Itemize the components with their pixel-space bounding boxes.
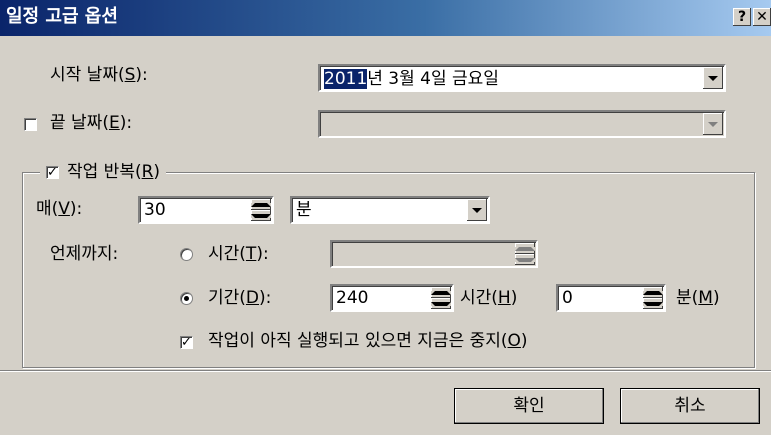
cancel-button[interactable]: 취소: [620, 388, 760, 424]
window-title: 일정 고급 옵션: [6, 6, 118, 27]
duration-hours-value: 240: [336, 288, 369, 308]
time-label: 시간(T):: [208, 244, 269, 264]
minutes-label: 분(M): [676, 288, 720, 308]
hours-increment-button[interactable]: [431, 287, 451, 298]
ok-button[interactable]: 확인: [454, 388, 604, 424]
until-label: 언제까지:: [50, 244, 119, 264]
spin-down-icon: [251, 213, 271, 218]
spin-down-icon: [515, 257, 535, 262]
radio-dot-icon: [184, 296, 189, 301]
time-decrement-button[interactable]: [515, 254, 535, 265]
check-icon: ✓: [181, 335, 192, 350]
repeat-unit-select[interactable]: 분: [290, 196, 490, 224]
every-increment-button[interactable]: [251, 199, 271, 210]
start-date-label: 시작 날짜(S):: [50, 65, 148, 85]
spin-up-icon: [251, 202, 271, 207]
chevron-down-icon: [708, 75, 718, 81]
start-date-year-selected: 2011: [324, 69, 368, 89]
stop-if-running-label: 작업이 아직 실행되고 있으면 지금은 중지(O): [208, 331, 528, 351]
check-icon: ✓: [47, 164, 58, 180]
every-value: 30: [144, 200, 166, 220]
minutes-decrement-button[interactable]: [643, 298, 663, 309]
help-button[interactable]: ?: [733, 8, 751, 26]
start-date-dropdown-button[interactable]: [703, 67, 723, 89]
start-date-rest: 년 3월 4일 금요일: [367, 69, 499, 89]
repeat-task-label: 작업 반복(R): [67, 162, 161, 182]
spin-up-icon: [431, 290, 451, 295]
close-button[interactable]: ✕: [753, 8, 771, 26]
repeat-unit-dropdown-button[interactable]: [467, 199, 487, 221]
time-increment-button[interactable]: [515, 243, 535, 254]
every-decrement-button[interactable]: [251, 210, 271, 221]
every-label: 매(V):: [36, 199, 83, 219]
duration-minutes-value: 0: [562, 288, 573, 308]
duration-radio[interactable]: [180, 292, 193, 305]
end-date-picker[interactable]: [318, 110, 726, 138]
duration-hours-stepper[interactable]: 240: [330, 284, 454, 312]
footer-separator: [0, 370, 771, 372]
repeat-task-checkbox[interactable]: ✓: [46, 164, 59, 180]
title-bar: 일정 고급 옵션: [0, 0, 771, 36]
close-icon: ✕: [756, 9, 768, 25]
start-date-picker[interactable]: 2011년 3월 4일 금요일: [318, 64, 726, 92]
hours-decrement-button[interactable]: [431, 298, 451, 309]
time-radio[interactable]: [180, 248, 193, 261]
spin-up-icon: [643, 290, 663, 295]
minutes-increment-button[interactable]: [643, 287, 663, 298]
duration-minutes-stepper[interactable]: 0: [556, 284, 666, 312]
end-date-dropdown-button[interactable]: [703, 113, 723, 135]
repeat-task-header: ✓ 작업 반복(R): [40, 161, 167, 183]
duration-label: 기간(D):: [208, 288, 272, 308]
end-date-label: 끝 날짜(E):: [50, 113, 133, 133]
help-icon: ?: [737, 9, 747, 25]
chevron-down-icon: [472, 207, 482, 213]
cancel-button-label: 취소: [674, 396, 706, 416]
ok-button-label: 확인: [513, 396, 545, 416]
stop-if-running-checkbox[interactable]: ✓: [180, 336, 193, 349]
repeat-unit-value: 분: [296, 200, 312, 220]
end-date-checkbox[interactable]: [24, 118, 37, 131]
spin-down-icon: [643, 301, 663, 306]
spin-down-icon: [431, 301, 451, 306]
every-value-stepper[interactable]: 30: [138, 196, 274, 224]
time-stepper[interactable]: [330, 240, 538, 268]
hours-label: 시간(H): [460, 288, 518, 308]
chevron-down-icon: [708, 121, 718, 127]
spin-up-icon: [515, 246, 535, 251]
